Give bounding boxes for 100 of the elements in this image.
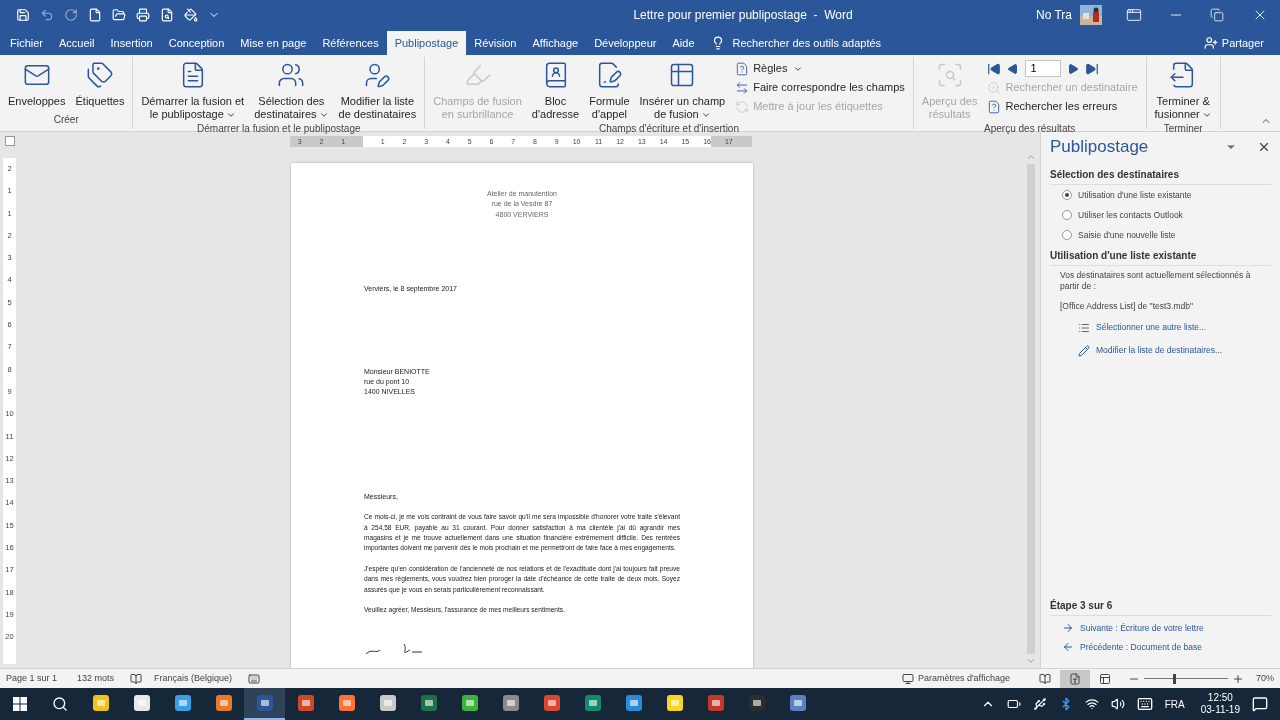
list-icon	[1078, 321, 1090, 334]
ribbon-button[interactable]: Faire correspondre les champs	[735, 78, 905, 97]
ribbon-display-icon[interactable]	[1126, 7, 1142, 23]
step-link[interactable]: Suivante : Écriture de votre lettre	[1080, 621, 1204, 635]
last-record-icon[interactable]	[1085, 61, 1100, 76]
zoom-level[interactable]: 70%	[1256, 671, 1274, 686]
group-label: Champs d'écriture et d'insertion	[598, 122, 740, 136]
clock-time[interactable]: 12:50	[1207, 692, 1233, 704]
ribbon-button[interactable]: Étiquettes	[71, 57, 129, 112]
ribbon-tab[interactable]: Aide	[664, 31, 703, 55]
read-mode-icon	[1039, 672, 1051, 685]
ribbon-button[interactable]: Terminer & fusionner	[1150, 57, 1216, 121]
option-label: Utilisation d'une liste existante	[1078, 188, 1192, 202]
refresh-icon	[735, 99, 750, 114]
radio-button[interactable]	[1062, 210, 1072, 220]
new-document-icon[interactable]	[88, 8, 102, 22]
ribbon-tab[interactable]: Références	[314, 31, 387, 55]
task-link[interactable]: Modifier la liste de destinataires...	[1096, 344, 1223, 358]
paint-bucket-icon[interactable]	[184, 8, 198, 22]
ribbon-button[interactable]: Modifier la liste de destinataires	[334, 57, 421, 121]
ribbon-button[interactable]: Insérer un champ de fusion	[635, 57, 730, 121]
input-language[interactable]: FRA	[1164, 696, 1185, 712]
share-button[interactable]: Partager	[1203, 31, 1264, 55]
source-text: [Office Address List] de "test3.mdb"	[1059, 300, 1194, 313]
option-label: Utiliser les contacts Outlook	[1078, 208, 1183, 222]
group-label: Aperçu des résultats	[983, 122, 1077, 136]
restore-icon[interactable]	[1210, 8, 1224, 22]
ribbon-tab[interactable]: Mise en page	[232, 31, 315, 55]
description-text: Vos destinataires sont actuellement sélectionnés à partir de :	[1059, 270, 1252, 292]
tab-stop-icon[interactable]	[5, 136, 15, 146]
usb-icon[interactable]	[1032, 697, 1047, 711]
web-layout-icon	[1099, 672, 1111, 685]
ribbon-tab[interactable]: Conception	[160, 31, 233, 55]
display-settings-button[interactable]: Paramètres d'affichage	[901, 671, 1010, 686]
swap-arrows-icon	[735, 80, 750, 95]
ribbon-button[interactable]: Règles	[735, 59, 905, 78]
people-icon	[277, 61, 306, 89]
volume-icon[interactable]	[1110, 697, 1125, 711]
pane-title: Publipostage	[1050, 136, 1150, 159]
arrow-right-icon	[1062, 622, 1074, 634]
group-label: Terminer	[1162, 122, 1204, 136]
first-record-icon[interactable]	[987, 61, 1002, 76]
wifi-icon[interactable]	[1084, 697, 1099, 711]
page-count[interactable]: Page 1 sur 1	[6, 671, 58, 686]
tell-me-field[interactable]: Rechercher des outils adaptés	[732, 34, 882, 52]
ribbon-button[interactable]: Enveloppes	[4, 57, 70, 112]
ribbon-tab[interactable]: Révision	[466, 31, 525, 55]
section-heading: Sélection des destinataires	[1050, 167, 1271, 185]
person-edit-icon	[363, 61, 392, 89]
windows-logo-icon[interactable]	[13, 697, 27, 711]
next-record-icon[interactable]	[1067, 62, 1080, 75]
person-plus-icon	[1203, 36, 1218, 50]
ribbon-tab[interactable]: Publipostage	[386, 31, 467, 55]
word-count[interactable]: 132 mots	[77, 671, 115, 686]
group-label: Créer	[52, 113, 80, 127]
battery-icon[interactable]	[1006, 697, 1021, 711]
signature-drawing	[364, 641, 424, 656]
ribbon-button[interactable]: Sélection des destinataires	[250, 57, 333, 121]
ribbon-tab[interactable]: Insertion	[102, 31, 161, 55]
section-heading: Utilisation d'une liste existante	[1050, 248, 1271, 266]
macro-icon[interactable]	[248, 672, 261, 685]
view-button[interactable]	[1060, 669, 1090, 688]
proofing-icon[interactable]	[130, 672, 143, 685]
ribbon-tab[interactable]: Accueil	[51, 31, 103, 55]
step-link[interactable]: Précédente : Document de base	[1080, 640, 1202, 654]
task-link[interactable]: Sélectionner une autre liste...	[1096, 321, 1207, 335]
printer-icon[interactable]	[136, 8, 150, 22]
radio-button[interactable]	[1062, 230, 1072, 240]
ribbon-button[interactable]: Bloc d'adresse	[527, 57, 584, 121]
document-question-icon	[735, 61, 750, 76]
window-title: Lettre pour premier publipostage - Word	[632, 7, 854, 24]
ribbon-button[interactable]: Formule d'appel	[585, 57, 634, 121]
ribbon-tab[interactable]: Développeur	[586, 31, 665, 55]
group-label: Démarrer la fusion et le publipostage	[196, 122, 362, 136]
user-name: No Tra	[1036, 7, 1072, 24]
document-question-icon	[987, 99, 1002, 114]
ribbon-button[interactable]: Démarrer la fusion et le publipostage	[137, 57, 249, 121]
clock-date[interactable]: 03-11-19	[1200, 704, 1240, 716]
ribbon-button[interactable]: Rechercher les erreurs	[987, 97, 1138, 116]
record-field[interactable]: 1	[1025, 60, 1062, 77]
arrow-left-icon	[1062, 641, 1074, 653]
step-label: Étape 3 sur 6	[1050, 598, 1271, 616]
save-icon[interactable]	[16, 8, 30, 22]
zoom-slider-thumb[interactable]	[1173, 673, 1177, 684]
label-sheet-icon	[85, 61, 114, 89]
print-layout-icon	[1069, 672, 1081, 685]
keyboard-icon[interactable]	[1136, 696, 1153, 712]
print-preview-icon[interactable]	[160, 8, 174, 22]
ribbon-tab[interactable]: Affichage	[524, 31, 587, 55]
close-icon[interactable]	[1257, 140, 1271, 154]
pencil-icon	[1078, 344, 1090, 357]
zoom-in-icon[interactable]	[1232, 672, 1244, 685]
notifications-icon[interactable]	[1252, 696, 1268, 712]
document-check-icon	[987, 80, 1002, 95]
previous-record-icon[interactable]	[1007, 62, 1020, 75]
language-status[interactable]: Français (Belgique)	[154, 671, 233, 686]
radio-button[interactable]	[1062, 190, 1072, 200]
search-icon[interactable]	[52, 696, 68, 712]
ribbon-tab[interactable]: Fichier	[2, 31, 51, 55]
option-label: Saisie d'une nouvelle liste	[1078, 228, 1176, 242]
